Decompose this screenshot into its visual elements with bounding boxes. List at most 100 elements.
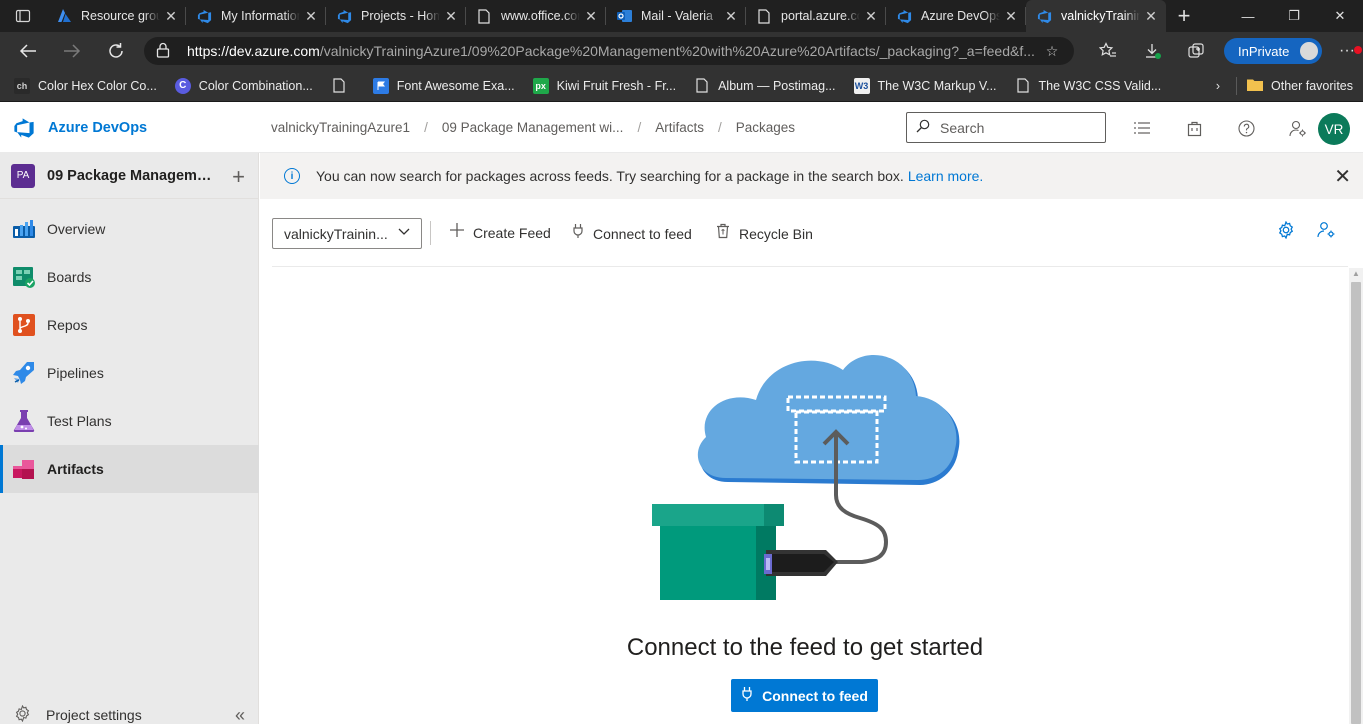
learn-more-link[interactable]: Learn more. [908, 168, 983, 184]
connect-to-feed-primary-button[interactable]: Connect to feed [731, 679, 878, 712]
left-navigation: PA 09 Package Management with Azure Arti… [0, 153, 259, 724]
favorite-item[interactable]: px Kiwi Fruit Fresh - Fr... [532, 77, 676, 94]
minimize-icon[interactable]: — [1225, 0, 1271, 32]
artifacts-toolbar: valnickyTrainin... Create Feed Connect t… [272, 199, 1348, 267]
favorite-label: The W3C CSS Valid... [1038, 78, 1162, 93]
collapse-nav-icon[interactable]: « [235, 705, 245, 724]
favorite-item[interactable]: Font Awesome Exa... [372, 77, 515, 94]
breadcrumb-project[interactable]: 09 Package Management wi... [442, 120, 624, 135]
scrollbar-thumb[interactable] [1351, 282, 1361, 724]
close-window-icon[interactable]: ✕ [1317, 0, 1363, 32]
folder-icon [1247, 78, 1264, 94]
feed-permissions-icon[interactable] [1317, 221, 1336, 244]
settings-gear-icon[interactable] [1277, 220, 1295, 244]
azure-devops-logo-icon [13, 117, 35, 139]
project-settings-link[interactable]: Project settings « [0, 702, 259, 724]
other-favorites-link[interactable]: Other favorites [1271, 79, 1353, 93]
favorite-item[interactable]: The W3C CSS Valid... [1015, 78, 1162, 94]
tab-label: Mail - Valeria [641, 9, 714, 23]
sidebar-item-repos[interactable]: Repos [0, 301, 259, 349]
sidebar-item-label: Overview [47, 221, 106, 237]
add-icon[interactable]: + [232, 164, 245, 190]
close-icon[interactable]: ✕ [164, 8, 178, 25]
favorites-icon[interactable] [1086, 32, 1130, 70]
browser-tab[interactable]: Projects - Home ✕ [326, 0, 466, 32]
refresh-icon [109, 43, 123, 58]
close-icon[interactable]: ✕ [444, 8, 458, 25]
close-icon[interactable]: ✕ [724, 8, 738, 25]
breadcrumb-org[interactable]: valnickyTrainingAzure1 [271, 120, 410, 135]
close-icon[interactable]: ✕ [1144, 8, 1158, 25]
back-button[interactable] [6, 32, 50, 70]
browser-tab[interactable]: My Information ✕ [186, 0, 326, 32]
tab-label: Resource groups [81, 9, 160, 23]
brand-link[interactable]: Azure DevOps [13, 117, 147, 139]
page-icon [694, 78, 710, 94]
help-icon[interactable] [1228, 113, 1264, 143]
recycle-bin-button[interactable]: Recycle Bin [716, 223, 813, 244]
avatar[interactable]: VR [1318, 113, 1350, 145]
sidebar-item-overview[interactable]: Overview [0, 205, 259, 253]
more-dots-icon: ··· [1339, 42, 1355, 59]
create-feed-button[interactable]: Create Feed [450, 223, 551, 242]
favorite-item[interactable]: W3 The W3C Markup V... [853, 77, 997, 94]
favorites-bar-right: › Other favorites [1216, 70, 1353, 102]
ado-header: Azure DevOps valnickyTrainingAzure1 / 09… [0, 103, 1363, 153]
plug-icon [741, 686, 753, 705]
breadcrumb-artifacts[interactable]: Artifacts [655, 120, 704, 135]
close-icon[interactable]: ✕ [584, 8, 598, 25]
notification-dot [1354, 46, 1362, 54]
work-items-list-icon[interactable] [1124, 113, 1160, 143]
marketplace-bag-icon[interactable] [1176, 113, 1212, 143]
collections-icon[interactable] [1174, 32, 1218, 70]
url-field[interactable]: https://dev.azure.com/valnickyTrainingAz… [144, 37, 1074, 65]
sidebar-item-label: Repos [47, 317, 88, 333]
restore-icon[interactable]: ❐ [1271, 0, 1317, 32]
browser-tab[interactable]: www.office.com ✕ [466, 0, 606, 32]
empty-state-title: Connect to the feed to get started [626, 634, 984, 661]
browser-tab[interactable]: portal.azure.com ✕ [746, 0, 886, 32]
connect-to-feed-button[interactable]: Connect to feed [572, 223, 692, 244]
downloads-icon[interactable] [1130, 32, 1174, 70]
toolbar-divider [430, 221, 431, 245]
forward-button[interactable] [50, 32, 94, 70]
sidebar-item-pipelines[interactable]: Pipelines [0, 349, 259, 397]
create-feed-label: Create Feed [473, 224, 551, 241]
close-icon[interactable]: ✕ [864, 8, 878, 25]
document-icon [476, 8, 492, 24]
lock-icon [156, 42, 174, 61]
feed-selector[interactable]: valnickyTrainin... [272, 218, 422, 249]
more-options-button[interactable]: ··· [1334, 42, 1362, 60]
search-input[interactable]: Search [906, 112, 1106, 143]
browser-tab[interactable]: Mail - Valeria ✕ [606, 0, 746, 32]
breadcrumb-packages[interactable]: Packages [736, 120, 795, 135]
sidebar-item-test-plans[interactable]: Test Plans [0, 397, 259, 445]
favorite-item[interactable]: ch Color Hex Color Co... [14, 77, 157, 94]
user-settings-icon[interactable] [1280, 113, 1316, 143]
recycle-bin-icon [716, 223, 730, 244]
add-favorite-icon[interactable]: ☆ [1042, 43, 1062, 60]
inprivate-button[interactable]: InPrivate [1224, 38, 1322, 64]
favorite-item[interactable]: C Color Combination... [174, 77, 313, 94]
new-tab-button[interactable]: + [1166, 0, 1202, 32]
browser-tab[interactable]: Azure DevOps ✕ [886, 0, 1026, 32]
favorite-item[interactable]: Album — Postimag... [694, 78, 836, 94]
refresh-button[interactable] [94, 32, 138, 70]
close-icon[interactable]: ✕ [1334, 164, 1351, 189]
close-icon[interactable]: ✕ [304, 8, 318, 25]
sidebar-item-boards[interactable]: Boards [0, 253, 259, 301]
tab-actions-button[interactable] [0, 0, 46, 32]
browser-tab-active[interactable]: valnickyTraining ✕ [1026, 0, 1166, 32]
sidebar-item-artifacts[interactable]: Artifacts [0, 445, 259, 493]
connect-to-feed-primary-label: Connect to feed [762, 687, 868, 704]
overview-icon [12, 217, 36, 241]
favorite-item[interactable] [331, 78, 355, 94]
close-icon[interactable]: ✕ [1004, 8, 1018, 25]
page-icon [331, 78, 347, 94]
browser-tab[interactable]: Resource groups ✕ [46, 0, 186, 32]
scroll-up-arrow-icon[interactable]: ▲ [1350, 269, 1362, 281]
sidebar-item-label: Pipelines [47, 365, 104, 381]
chevron-right-icon[interactable]: › [1216, 79, 1220, 93]
breadcrumb-separator: / [424, 120, 428, 135]
project-selector[interactable]: PA 09 Package Management with Azure Arti… [0, 153, 259, 199]
